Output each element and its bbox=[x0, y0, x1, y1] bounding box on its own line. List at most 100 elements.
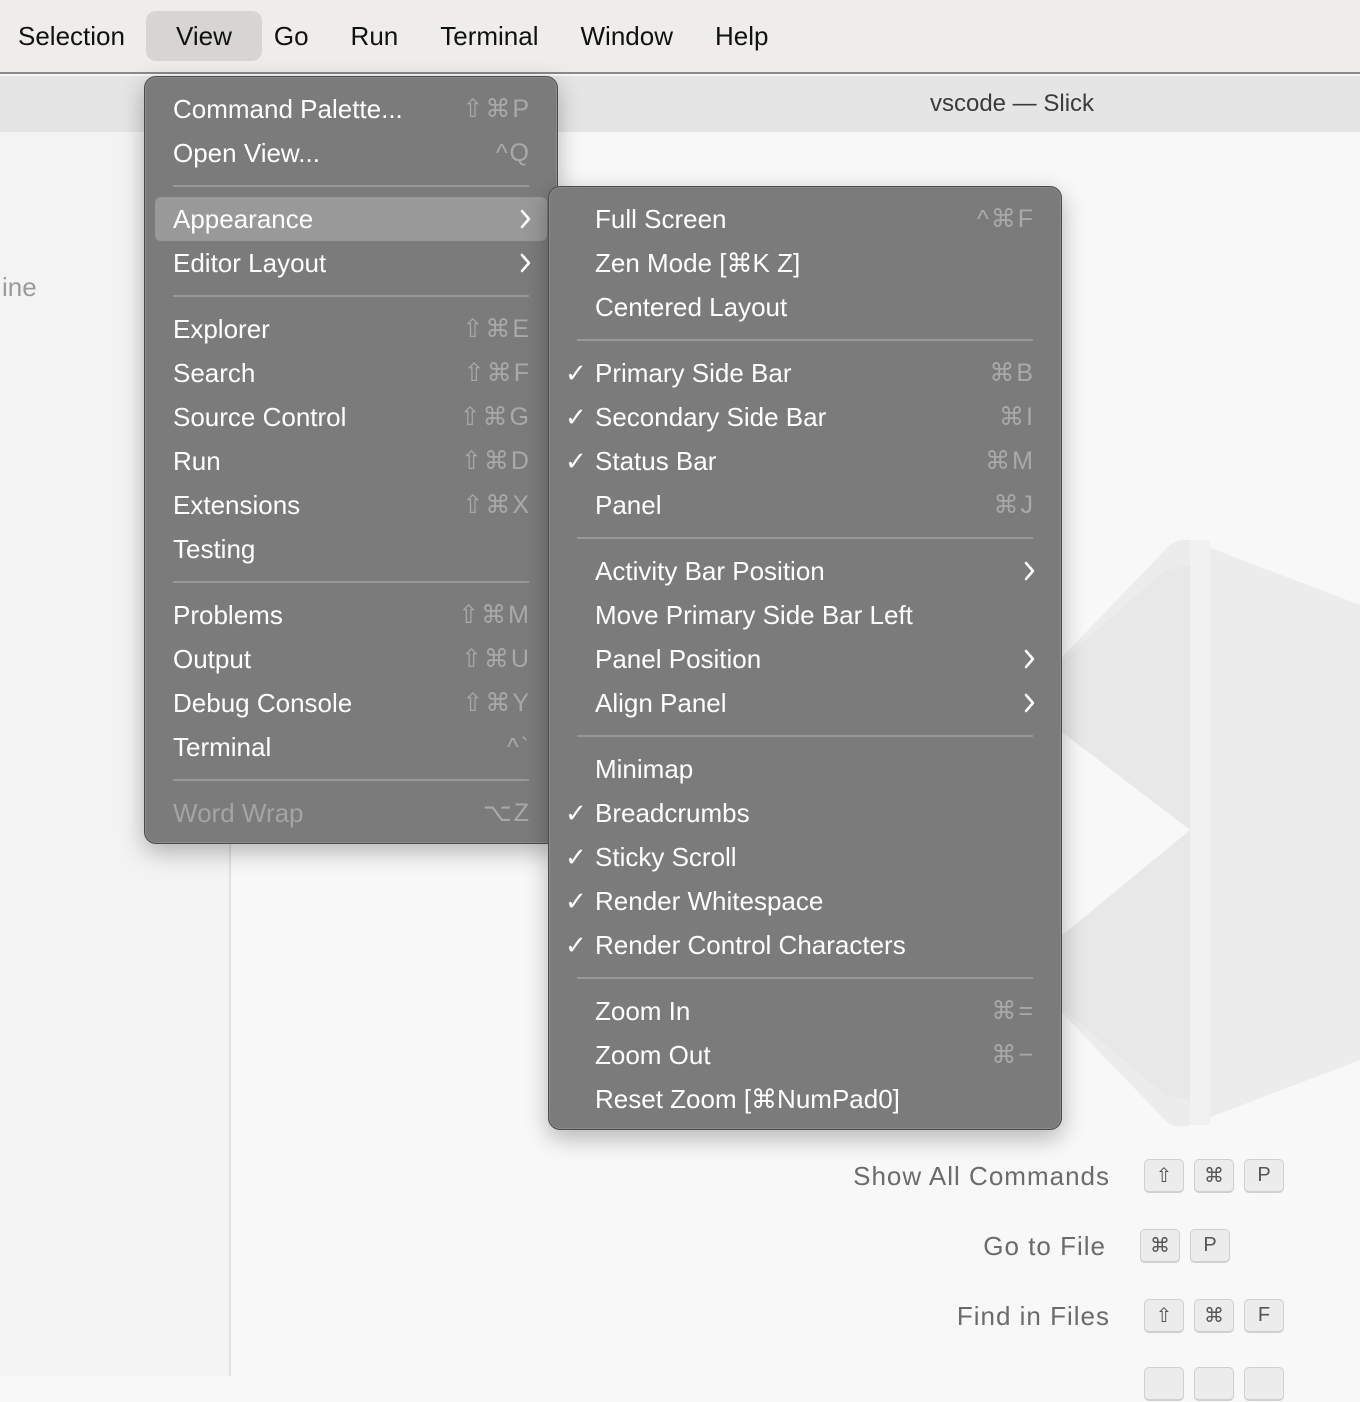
menu-item-search[interactable]: Search ⇧⌘F bbox=[155, 351, 547, 395]
menu-item-label: Primary Side Bar bbox=[595, 358, 792, 388]
menu-item-reset-zoom[interactable]: Reset Zoom [⌘NumPad0] bbox=[559, 1077, 1051, 1121]
menu-item-shortcut: ⌘= bbox=[991, 997, 1035, 1025]
menu-item-shortcut: ⌘M bbox=[985, 447, 1035, 475]
menu-item-zoom-out[interactable]: Zoom Out ⌘− bbox=[559, 1033, 1051, 1077]
menu-separator bbox=[173, 581, 529, 583]
menu-item-render-control-characters[interactable]: ✓ Render Control Characters bbox=[559, 923, 1051, 967]
shortcut-label: Find in Files bbox=[956, 1300, 1110, 1331]
menu-item-label: Secondary Side Bar bbox=[595, 402, 827, 432]
menu-item-label: Panel bbox=[595, 490, 662, 520]
menu-item-activity-bar-position[interactable]: Activity Bar Position bbox=[559, 549, 1051, 593]
menu-item-centered-layout[interactable]: Centered Layout bbox=[559, 285, 1051, 329]
menu-item-shortcut: ⌘− bbox=[991, 1041, 1035, 1069]
menu-window[interactable]: Window bbox=[560, 11, 694, 61]
menu-item-label: Reset Zoom [⌘NumPad0] bbox=[595, 1084, 900, 1114]
menu-item-label: Sticky Scroll bbox=[595, 842, 737, 872]
menu-item-panel-position[interactable]: Panel Position bbox=[559, 637, 1051, 681]
menu-item-label: Zoom Out bbox=[595, 1040, 711, 1070]
check-icon: ✓ bbox=[565, 798, 587, 828]
shortcut-label: Show All Commands bbox=[853, 1160, 1110, 1191]
sidebar-partial-text: ine bbox=[2, 272, 37, 302]
menu-item-label: Word Wrap bbox=[173, 798, 304, 828]
menu-item-testing[interactable]: Testing bbox=[155, 527, 547, 571]
menu-run[interactable]: Run bbox=[330, 11, 420, 61]
menu-item-align-panel[interactable]: Align Panel bbox=[559, 681, 1051, 725]
menu-item-label: Testing bbox=[173, 534, 256, 564]
menu-item-shortcut: ⌘I bbox=[999, 403, 1035, 431]
key-cap: ⌘ bbox=[1194, 1159, 1234, 1193]
menu-item-word-wrap: Word Wrap ⌥Z bbox=[155, 791, 547, 835]
check-icon: ✓ bbox=[565, 930, 587, 960]
menu-item-editor-layout[interactable]: Editor Layout bbox=[155, 241, 547, 285]
menu-item-label: Run bbox=[173, 446, 221, 476]
menu-separator bbox=[173, 185, 529, 187]
menu-item-label: Zen Mode [⌘K Z] bbox=[595, 248, 801, 278]
menu-item-move-primary-side-bar-left[interactable]: Move Primary Side Bar Left bbox=[559, 593, 1051, 637]
menu-item-primary-side-bar[interactable]: ✓ Primary Side Bar ⌘B bbox=[559, 351, 1051, 395]
menu-item-label: Minimap bbox=[595, 754, 694, 784]
menu-item-explorer[interactable]: Explorer ⇧⌘E bbox=[155, 307, 547, 351]
check-icon: ✓ bbox=[565, 402, 587, 432]
menu-item-zoom-in[interactable]: Zoom In ⌘= bbox=[559, 989, 1051, 1033]
menu-item-shortcut: ⇧⌘G bbox=[459, 403, 531, 431]
menu-item-label: Move Primary Side Bar Left bbox=[595, 600, 913, 630]
menu-item-open-view[interactable]: Open View... ^Q bbox=[155, 131, 547, 175]
key-cap: ⇧ bbox=[1144, 1299, 1184, 1333]
menu-item-full-screen[interactable]: Full Screen ^⌘F bbox=[559, 197, 1051, 241]
menu-separator bbox=[173, 295, 529, 297]
menu-item-shortcut: ⇧⌘X bbox=[462, 491, 531, 519]
menu-item-label: Debug Console bbox=[173, 688, 353, 718]
menu-item-shortcut: ^⌘F bbox=[976, 205, 1035, 233]
menu-item-problems[interactable]: Problems ⇧⌘M bbox=[155, 593, 547, 637]
menu-item-label: Panel Position bbox=[595, 644, 762, 674]
menu-item-label: Status Bar bbox=[595, 446, 717, 476]
menu-item-terminal[interactable]: Terminal ^` bbox=[155, 725, 547, 769]
chevron-right-icon bbox=[1023, 681, 1037, 738]
menu-item-label: Command Palette... bbox=[173, 94, 403, 124]
menu-item-label: Activity Bar Position bbox=[595, 556, 825, 586]
menu-item-extensions[interactable]: Extensions ⇧⌘X bbox=[155, 483, 547, 527]
menu-item-appearance[interactable]: Appearance bbox=[155, 197, 547, 241]
check-icon: ✓ bbox=[565, 842, 587, 872]
menu-item-label: Render Control Characters bbox=[595, 930, 906, 960]
menu-item-debug-console[interactable]: Debug Console ⇧⌘Y bbox=[155, 681, 547, 725]
menu-selection[interactable]: Selection bbox=[0, 11, 146, 61]
menu-item-secondary-side-bar[interactable]: ✓ Secondary Side Bar ⌘I bbox=[559, 395, 1051, 439]
appearance-submenu: Full Screen ^⌘F Zen Mode [⌘K Z] Centered … bbox=[548, 186, 1062, 1130]
menu-item-label: Align Panel bbox=[595, 688, 727, 718]
menu-separator bbox=[577, 977, 1033, 979]
menu-item-output[interactable]: Output ⇧⌘U bbox=[155, 637, 547, 681]
menu-item-label: Breadcrumbs bbox=[595, 798, 750, 828]
menu-view[interactable]: View bbox=[145, 11, 262, 61]
key-cap bbox=[1144, 1367, 1184, 1401]
menu-item-status-bar[interactable]: ✓ Status Bar ⌘M bbox=[559, 439, 1051, 483]
menu-help[interactable]: Help bbox=[694, 11, 789, 61]
menu-separator bbox=[577, 735, 1033, 737]
shortcut-show-all-commands: Show All Commands ⇧ ⌘ P bbox=[853, 1158, 1284, 1194]
menu-item-panel[interactable]: Panel ⌘J bbox=[559, 483, 1051, 527]
menu-item-shortcut: ^Q bbox=[495, 139, 531, 167]
menu-item-run[interactable]: Run ⇧⌘D bbox=[155, 439, 547, 483]
key-cap: ⌘ bbox=[1194, 1299, 1234, 1333]
menu-item-shortcut: ⇧⌘M bbox=[458, 601, 531, 629]
menu-item-source-control[interactable]: Source Control ⇧⌘G bbox=[155, 395, 547, 439]
menu-item-shortcut: ⇧⌘Y bbox=[462, 689, 531, 717]
menu-item-breadcrumbs[interactable]: ✓ Breadcrumbs bbox=[559, 791, 1051, 835]
shortcut-find-in-files: Find in Files ⇧ ⌘ F bbox=[957, 1298, 1284, 1334]
menu-separator bbox=[577, 537, 1033, 539]
menu-item-command-palette[interactable]: Command Palette... ⇧⌘P bbox=[155, 87, 547, 131]
check-icon: ✓ bbox=[565, 886, 587, 916]
menu-terminal[interactable]: Terminal bbox=[419, 11, 559, 61]
menu-item-minimap[interactable]: Minimap bbox=[559, 747, 1051, 791]
chevron-right-icon bbox=[519, 241, 533, 298]
shortcut-go-to-file: Go to File ⌘ P bbox=[983, 1228, 1230, 1264]
menu-item-label: Search bbox=[173, 358, 256, 388]
menu-item-sticky-scroll[interactable]: ✓ Sticky Scroll bbox=[559, 835, 1051, 879]
menu-item-label: Editor Layout bbox=[173, 248, 327, 278]
key-cap: ⇧ bbox=[1144, 1159, 1184, 1193]
menu-go[interactable]: Go bbox=[253, 11, 330, 61]
menu-item-render-whitespace[interactable]: ✓ Render Whitespace bbox=[559, 879, 1051, 923]
menu-item-zen-mode[interactable]: Zen Mode [⌘K Z] bbox=[559, 241, 1051, 285]
menu-item-label: Source Control bbox=[173, 402, 347, 432]
menu-item-shortcut: ⇧⌘E bbox=[462, 315, 531, 343]
